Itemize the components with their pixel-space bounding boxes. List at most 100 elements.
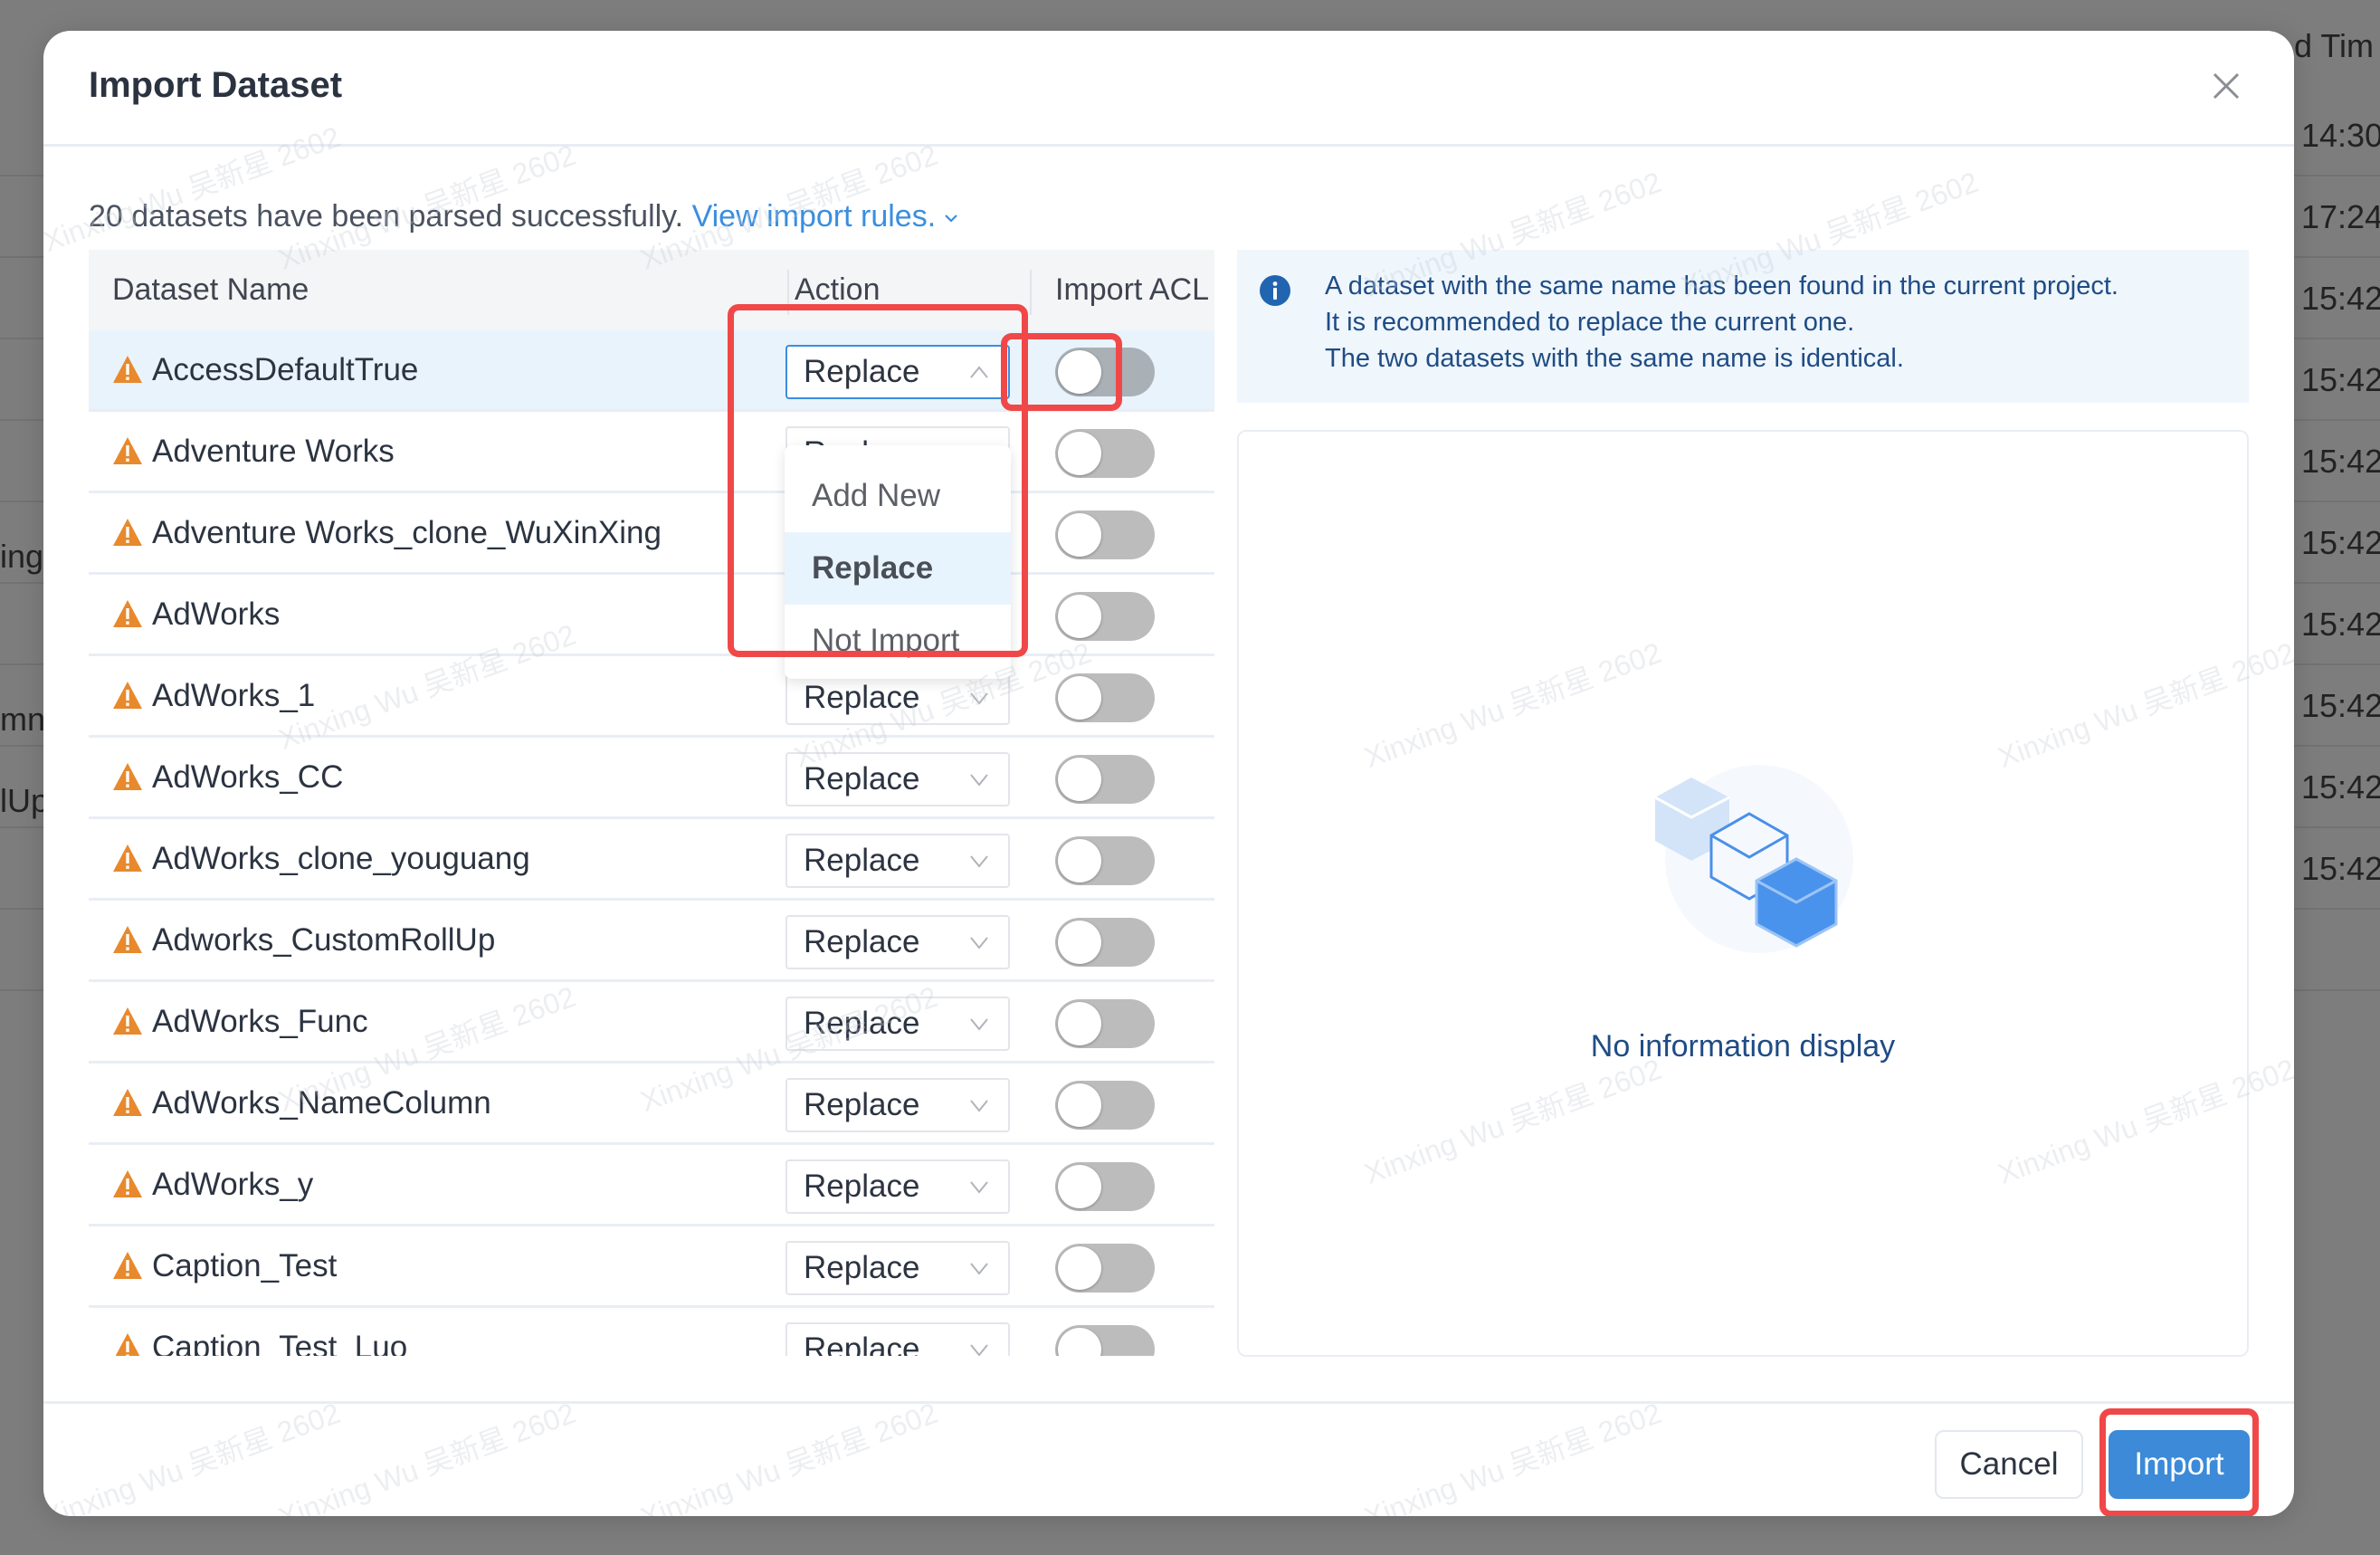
toggle-knob xyxy=(1058,1083,1101,1127)
import-acl-toggle[interactable] xyxy=(1055,918,1155,967)
dataset-name-cell: Caption_Test_Luo xyxy=(112,1308,407,1356)
action-select[interactable]: Replace xyxy=(785,752,1010,806)
chevron-down-icon xyxy=(970,692,988,705)
dataset-name-cell: AdWorks_Func xyxy=(112,982,368,1062)
modal-title: Import Dataset xyxy=(89,65,343,105)
table-row[interactable]: AdWorks_CC Replace xyxy=(89,738,1214,819)
info-text: A dataset with the same name has been fo… xyxy=(1325,268,2118,377)
table-row[interactable]: Adventure Works_clone_WuXinXingReplace xyxy=(89,493,1214,575)
import-acl-toggle[interactable] xyxy=(1055,836,1155,885)
table-row[interactable]: AdWorksReplace xyxy=(89,575,1214,656)
chevron-down-icon xyxy=(970,1181,988,1194)
dataset-name: Adworks_CustomRollUp xyxy=(152,922,496,958)
toggle-knob xyxy=(1058,758,1101,801)
action-select[interactable]: Replace xyxy=(785,1078,1010,1132)
action-select[interactable]: Replace xyxy=(785,1322,1010,1356)
table-row[interactable]: AccessDefaultTrue Replace xyxy=(89,330,1214,412)
dataset-name-cell: Adventure Works_clone_WuXinXing xyxy=(112,493,662,573)
table-row[interactable]: AdWorks_NameColumn Replace xyxy=(89,1064,1214,1145)
dataset-name: AccessDefaultTrue xyxy=(152,352,419,387)
background-time-cell: 15:42 xyxy=(2301,768,2380,806)
dataset-name-cell: AdWorks_1 xyxy=(112,656,315,736)
column-header-import-acl: Import ACL xyxy=(1055,272,1210,307)
dataset-name: AdWorks_clone_youguang xyxy=(152,841,530,876)
dataset-name-cell: AdWorks_clone_youguang xyxy=(112,819,530,899)
table-row[interactable]: AdWorks_y Replace xyxy=(89,1145,1214,1226)
dataset-name: Caption_Test xyxy=(152,1248,338,1283)
chevron-down-icon xyxy=(970,855,988,868)
table-row[interactable]: AdWorks_clone_youguang Replace xyxy=(89,819,1214,901)
background-name-cell: ing xyxy=(0,538,44,575)
dataset-name: Caption_Test_Luo xyxy=(152,1330,408,1356)
import-acl-toggle[interactable] xyxy=(1055,510,1155,559)
action-select-value: Replace xyxy=(804,1169,920,1204)
table-row[interactable]: Adventure WorksReplace xyxy=(89,412,1214,493)
action-select[interactable]: Replace xyxy=(785,345,1010,399)
import-acl-toggle[interactable] xyxy=(1055,755,1155,804)
dataset-name: AdWorks xyxy=(152,596,281,632)
warning-icon xyxy=(113,600,142,627)
action-select[interactable]: Replace xyxy=(785,915,1010,969)
dataset-name-cell: Adventure Works xyxy=(112,412,395,491)
detail-panel: No information display xyxy=(1237,430,2249,1357)
dataset-name-cell: Caption_Test xyxy=(112,1226,337,1306)
action-select[interactable]: Replace xyxy=(785,834,1010,888)
cancel-button[interactable]: Cancel xyxy=(1935,1430,2083,1499)
view-import-rules-link[interactable]: View import rules. xyxy=(692,199,962,234)
import-acl-toggle[interactable] xyxy=(1055,1162,1155,1211)
import-dataset-modal: Import Dataset 20 datasets have been par… xyxy=(43,31,2294,1516)
warning-icon xyxy=(113,437,142,464)
close-button[interactable] xyxy=(2204,63,2249,109)
chevron-down-icon xyxy=(970,1344,988,1356)
warning-icon xyxy=(113,1170,142,1197)
import-button[interactable]: Import xyxy=(2109,1430,2250,1499)
warning-icon xyxy=(115,1333,140,1356)
dropdown-option-add-new[interactable]: Add New xyxy=(785,460,1011,532)
warning-icon xyxy=(113,926,142,953)
warning-icon xyxy=(113,1007,142,1035)
action-select-value: Replace xyxy=(804,1331,920,1356)
background-time-cell: 15:42 xyxy=(2301,524,2380,561)
table-row[interactable]: Caption_Test_Luo Replace xyxy=(89,1308,1214,1356)
import-acl-toggle[interactable] xyxy=(1055,1081,1155,1130)
action-select[interactable]: Replace xyxy=(785,671,1010,725)
background-time-cell: 17:24 xyxy=(2301,198,2380,235)
dropdown-option-not-import[interactable]: Not Import xyxy=(785,605,1011,677)
warning-icon xyxy=(113,1089,142,1116)
table-row[interactable]: Adworks_CustomRollUp Replace xyxy=(89,901,1214,982)
dataset-name-cell: AccessDefaultTrue xyxy=(112,330,418,410)
background-name-cell: lUp xyxy=(0,782,50,819)
empty-state-text: No information display xyxy=(1590,1029,1896,1064)
action-select[interactable]: Replace xyxy=(785,997,1010,1051)
import-acl-toggle[interactable] xyxy=(1055,429,1155,478)
dataset-table: Dataset Name Action Import ACL AccessDef… xyxy=(89,250,1214,1356)
chevron-down-icon xyxy=(970,1018,988,1031)
import-acl-toggle[interactable] xyxy=(1055,673,1155,722)
action-select-value: Replace xyxy=(804,1087,920,1122)
table-row[interactable]: Caption_Test Replace xyxy=(89,1226,1214,1308)
background-name-cell: mn xyxy=(0,701,46,738)
import-acl-toggle[interactable] xyxy=(1055,592,1155,641)
action-dropdown-menu: Add New Replace Not Import xyxy=(785,445,1011,679)
dropdown-option-replace[interactable]: Replace xyxy=(785,532,1011,605)
warning-icon xyxy=(113,682,142,709)
background-time-cell: 15:42 xyxy=(2301,280,2380,317)
dataset-name-cell: AdWorks xyxy=(112,575,280,654)
toggle-knob xyxy=(1058,921,1101,964)
table-header: Dataset Name Action Import ACL xyxy=(89,250,1214,330)
action-select-value: Replace xyxy=(804,1250,920,1285)
toggle-knob xyxy=(1058,1165,1101,1208)
import-acl-toggle[interactable] xyxy=(1055,1325,1155,1356)
table-row[interactable]: AdWorks_1 Replace xyxy=(89,656,1214,738)
info-line: It is recommended to replace the current… xyxy=(1325,308,1855,337)
column-divider xyxy=(1030,270,1032,315)
import-acl-toggle[interactable] xyxy=(1055,348,1155,396)
chevron-up-icon xyxy=(970,366,988,378)
import-acl-toggle[interactable] xyxy=(1055,1244,1155,1293)
dataset-name: AdWorks_Func xyxy=(152,1004,368,1039)
column-divider xyxy=(787,270,789,315)
action-select[interactable]: Replace xyxy=(785,1241,1010,1295)
table-row[interactable]: AdWorks_Func Replace xyxy=(89,982,1214,1064)
import-acl-toggle[interactable] xyxy=(1055,999,1155,1048)
action-select[interactable]: Replace xyxy=(785,1159,1010,1214)
